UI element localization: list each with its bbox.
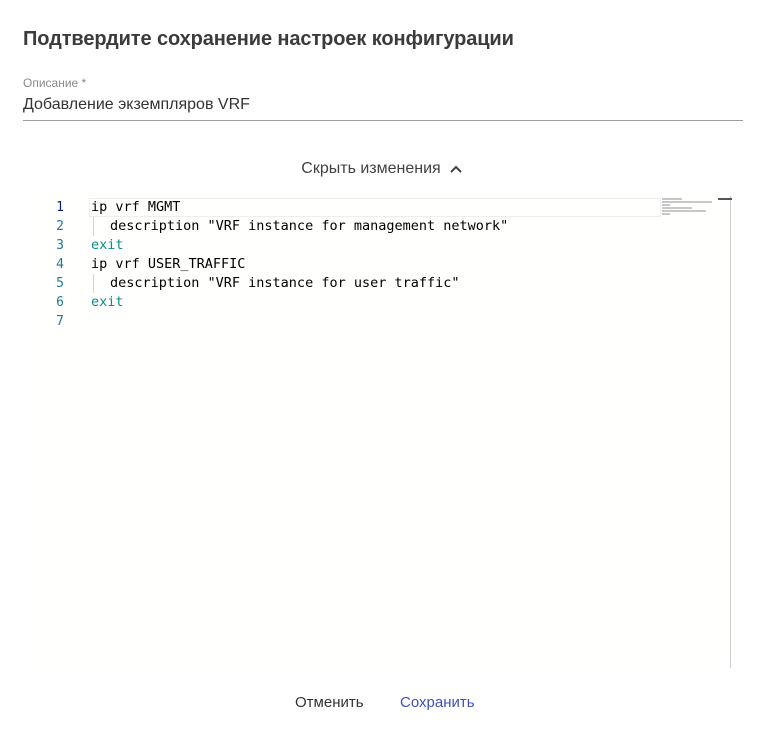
line-number: 5	[56, 276, 64, 291]
dialog-title: Подтвердите сохранение настроек конфигур…	[23, 28, 514, 50]
code-line[interactable]: description "VRF instance for user traff…	[91, 274, 661, 293]
cancel-button[interactable]: Отменить	[295, 694, 364, 711]
line-number: 3	[56, 238, 64, 253]
indent-guide	[93, 217, 110, 236]
code-line[interactable]: exit	[91, 236, 661, 255]
scrollbar-indicator[interactable]	[718, 198, 732, 200]
code-line[interactable]	[91, 312, 661, 331]
chevron-up-icon	[449, 165, 462, 173]
description-label: Описание *	[23, 76, 87, 90]
description-input[interactable]	[23, 90, 743, 121]
line-number-gutter: 1 2 3 4 5 6 7	[30, 198, 70, 331]
code-editor[interactable]: 1 2 3 4 5 6 7 ip vrf MGMT description "V…	[30, 196, 732, 668]
hide-changes-label: Скрыть изменения	[301, 160, 441, 177]
indent-guide	[93, 274, 110, 293]
code-line[interactable]: ip vrf MGMT	[89, 198, 661, 217]
line-number: 1	[56, 200, 64, 215]
line-number: 7	[56, 314, 64, 329]
hide-changes-toggle[interactable]: Скрыть изменения	[0, 160, 764, 178]
code-line[interactable]: exit	[91, 293, 661, 312]
code-lines[interactable]: ip vrf MGMT description "VRF instance fo…	[89, 198, 661, 331]
line-number: 6	[56, 295, 64, 310]
description-field: Описание *	[23, 76, 743, 121]
code-line[interactable]: ip vrf USER_TRAFFIC	[91, 255, 661, 274]
line-number: 2	[56, 219, 64, 234]
minimap[interactable]	[662, 198, 714, 216]
code-line[interactable]: description "VRF instance for management…	[91, 217, 661, 236]
save-button[interactable]: Сохранить	[400, 694, 475, 711]
line-number: 4	[56, 257, 64, 272]
